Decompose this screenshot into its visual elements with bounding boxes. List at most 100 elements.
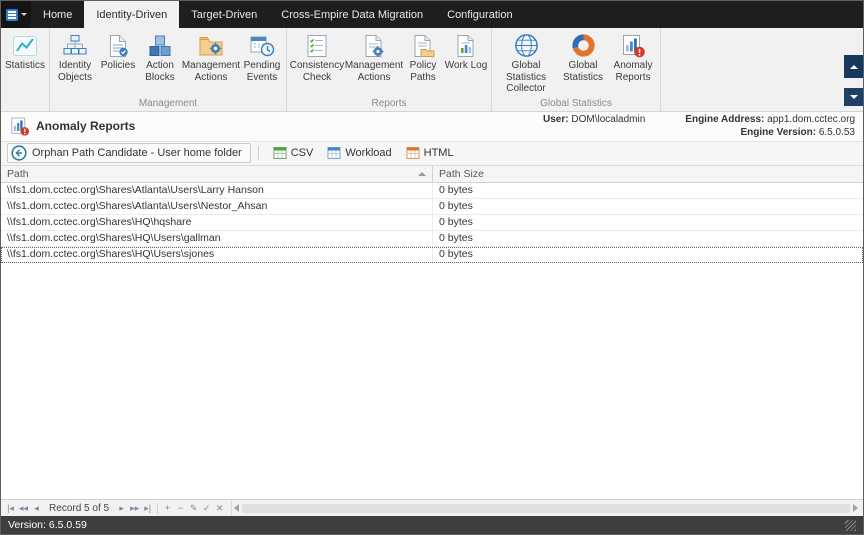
anomaly-reports-title-icon xyxy=(9,113,30,140)
tab-target-driven[interactable]: Target-Driven xyxy=(179,1,269,28)
table-row[interactable]: \\fs1.dom.cctec.org\Shares\Atlanta\Users… xyxy=(1,199,863,215)
workload-button[interactable]: Workload xyxy=(320,144,398,162)
path-size-cell: 0 bytes xyxy=(433,215,863,230)
html-icon xyxy=(406,146,420,160)
ribbon-button-label: Statistics xyxy=(5,60,45,72)
nav-endedit-button[interactable]: ✓ xyxy=(200,501,213,516)
ribbon-button-statistics[interactable]: Statistics xyxy=(3,30,47,74)
engine-version-info: Engine Version: 6.5.0.53 xyxy=(740,126,855,139)
app-menu-button[interactable] xyxy=(1,1,31,28)
scrollbar-thumb[interactable] xyxy=(242,504,850,513)
scroll-right-icon[interactable] xyxy=(853,504,858,512)
ribbon-button-pending-events[interactable]: Pending Events xyxy=(240,30,284,85)
ribbon-button-label: Consistency Check xyxy=(290,60,344,83)
policy-paths-icon xyxy=(410,32,436,59)
nav-last-button[interactable]: ▸| xyxy=(141,501,154,516)
ribbon-collapse-button[interactable] xyxy=(844,55,863,78)
action-blocks-icon xyxy=(147,32,173,59)
ribbon-button-anomaly-reports[interactable]: Anomaly Reports xyxy=(608,30,658,85)
ribbon-button-label: Work Log xyxy=(445,60,488,72)
tab-configuration[interactable]: Configuration xyxy=(435,1,524,28)
ribbon-options-button[interactable] xyxy=(844,88,863,106)
table-row-selected[interactable]: \\fs1.dom.cctec.org\Shares\HQ\Users\sjon… xyxy=(1,247,863,263)
ribbon-button-management-actions[interactable]: Management Actions xyxy=(182,30,240,85)
csv-button[interactable]: CSV xyxy=(266,144,321,162)
column-header-path[interactable]: Path xyxy=(1,166,433,182)
nav-next-page-button[interactable]: ▸▸ xyxy=(128,501,141,516)
nav-cancel-button[interactable]: ✕ xyxy=(213,501,226,516)
ribbon-button-global-statistics[interactable]: Global Statistics xyxy=(558,30,608,85)
user-info: User: DOM\localadmin xyxy=(543,113,645,126)
policies-icon xyxy=(105,32,131,59)
ribbon-button-label: Anomaly Reports xyxy=(609,60,657,83)
identity-objects-icon xyxy=(62,32,88,59)
nav-prev-page-button[interactable]: ◂◂ xyxy=(17,501,30,516)
results-grid: Path Path Size \\fs1.dom.cctec.org\Share… xyxy=(1,166,863,500)
version-label: Version: 6.5.0.59 xyxy=(8,519,87,531)
path-cell: \\fs1.dom.cctec.org\Shares\HQ\hqshare xyxy=(1,215,433,230)
ribbon-button-work-log[interactable]: Work Log xyxy=(443,30,489,74)
app-menu-icon xyxy=(6,9,18,21)
ribbon-button-label: Global Statistics xyxy=(559,60,607,83)
ribbon-button-global-statistics-collector[interactable]: Global Statistics Collector xyxy=(494,30,558,97)
ribbon-button-label: Identity Objects xyxy=(53,60,97,83)
anomaly-reports-icon xyxy=(620,32,646,59)
ribbon-button-identity-objects[interactable]: Identity Objects xyxy=(52,30,98,85)
nav-first-button[interactable]: |◂ xyxy=(4,501,17,516)
consistency-check-icon xyxy=(304,32,330,59)
global-statistics-collector-icon xyxy=(513,32,540,59)
grid-empty-area xyxy=(1,263,863,500)
engine-address-info: Engine Address: app1.dom.cctec.org xyxy=(685,113,855,126)
ribbon-button-label: Action Blocks xyxy=(139,60,181,83)
ribbon-tab-bar: Home Identity-Driven Target-Driven Cross… xyxy=(1,1,863,28)
column-header-path-size-label: Path Size xyxy=(439,168,484,180)
chevron-up-icon xyxy=(850,65,858,69)
horizontal-scrollbar[interactable] xyxy=(231,500,860,516)
app-menu-caret-icon xyxy=(21,13,27,16)
report-toolbar: Orphan Path Candidate - User home folder… xyxy=(1,142,863,166)
nav-separator xyxy=(157,503,158,514)
tab-home[interactable]: Home xyxy=(31,1,84,28)
nav-append-button[interactable]: + xyxy=(161,501,174,516)
nav-next-button[interactable]: ▸ xyxy=(115,501,128,516)
column-header-path-label: Path xyxy=(7,168,29,180)
path-size-cell: 0 bytes xyxy=(433,183,863,198)
global-statistics-icon xyxy=(570,32,597,59)
nav-edit-button[interactable]: ✎ xyxy=(187,501,200,516)
ribbon-group-statistics: Statistics xyxy=(1,28,50,111)
csv-button-label: CSV xyxy=(291,147,314,159)
ribbon-button-label: Policies xyxy=(101,60,135,72)
toolbar-separator xyxy=(258,146,259,160)
back-button-label: Orphan Path Candidate - User home folder xyxy=(32,147,242,159)
path-cell: \\fs1.dom.cctec.org\Shares\Atlanta\Users… xyxy=(1,199,433,214)
pending-events-icon xyxy=(249,32,275,59)
table-row[interactable]: \\fs1.dom.cctec.org\Shares\HQ\hqshare 0 … xyxy=(1,215,863,231)
scroll-left-icon[interactable] xyxy=(234,504,239,512)
ribbon-button-policy-paths[interactable]: Policy Paths xyxy=(403,30,443,85)
path-cell: \\fs1.dom.cctec.org\Shares\HQ\Users\sjon… xyxy=(1,247,433,262)
engine-address-label: Engine Address: xyxy=(685,114,764,125)
table-row[interactable]: \\fs1.dom.cctec.org\Shares\Atlanta\Users… xyxy=(1,183,863,199)
nav-prev-button[interactable]: ◂ xyxy=(30,501,43,516)
ribbon-group-label: Reports xyxy=(289,97,489,111)
nav-record-label: Record 5 of 5 xyxy=(43,503,115,514)
ribbon-button-consistency-check[interactable]: Consistency Check xyxy=(289,30,345,85)
table-row[interactable]: \\fs1.dom.cctec.org\Shares\HQ\Users\gall… xyxy=(1,231,863,247)
tab-identity-driven[interactable]: Identity-Driven xyxy=(84,1,179,28)
column-header-path-size[interactable]: Path Size xyxy=(433,166,863,182)
tab-cross-empire-data-migration[interactable]: Cross-Empire Data Migration xyxy=(269,1,435,28)
engine-address-value: app1.dom.cctec.org xyxy=(767,114,855,125)
ribbon-button-management-actions-report[interactable]: Management Actions xyxy=(345,30,403,85)
ribbon-button-action-blocks[interactable]: Action Blocks xyxy=(138,30,182,85)
ribbon-button-policies[interactable]: Policies xyxy=(98,30,138,74)
back-button[interactable]: Orphan Path Candidate - User home folder xyxy=(7,143,251,163)
ribbon-group-label: Global Statistics xyxy=(494,97,658,111)
ribbon-group-reports: Consistency Check Management Actions Pol… xyxy=(287,28,492,111)
grid-header-row: Path Path Size xyxy=(1,166,863,183)
html-button[interactable]: HTML xyxy=(399,144,461,162)
user-value: DOM\localadmin xyxy=(571,114,645,125)
nav-delete-button[interactable]: − xyxy=(174,501,187,516)
resize-grip-icon[interactable] xyxy=(845,520,856,531)
ribbon-button-label: Policy Paths xyxy=(404,60,442,83)
engine-version-value: 6.5.0.53 xyxy=(819,127,855,138)
